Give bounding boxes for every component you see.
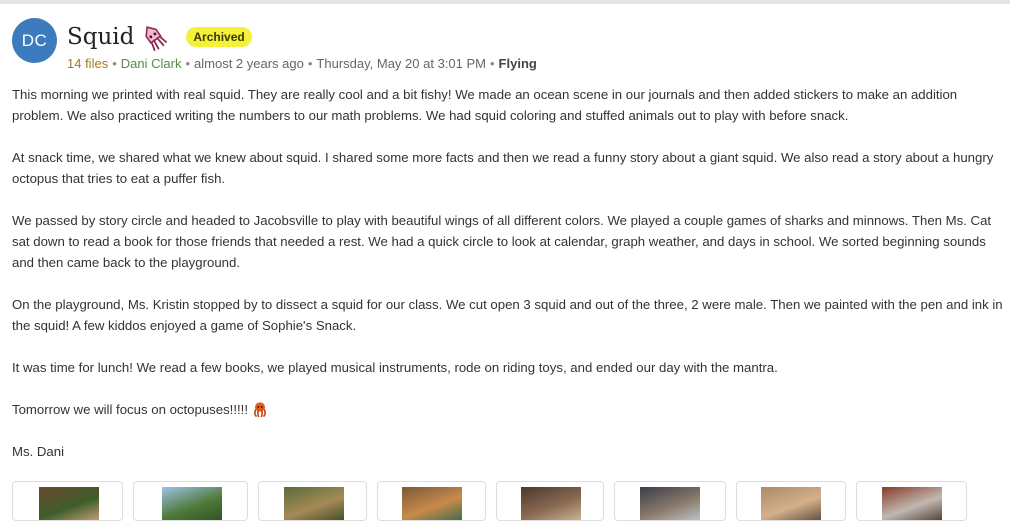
top-border — [0, 0, 1010, 4]
post-paragraph-with-emoji: Tomorrow we will focus on octopuses!!!!! — [12, 399, 1010, 420]
attachment-thumbnail[interactable] — [12, 481, 123, 521]
avatar[interactable]: DC — [12, 18, 57, 63]
author-link[interactable]: Dani Clark — [121, 56, 182, 71]
squid-icon — [140, 23, 168, 51]
attachment-thumbnail[interactable] — [856, 481, 967, 521]
post-paragraph: We passed by story circle and headed to … — [12, 213, 992, 270]
meta-separator: • — [112, 56, 117, 71]
attachment-thumbnails — [12, 481, 1010, 521]
post-header: Squid Archived — [67, 20, 252, 54]
post-date: Thursday, May 20 at 3:01 PM — [316, 56, 486, 71]
attachment-thumbnail[interactable] — [496, 481, 604, 521]
avatar-initials: DC — [21, 30, 48, 50]
post-paragraph: Tomorrow we will focus on octopuses!!!!! — [12, 402, 249, 417]
attachment-thumbnail[interactable] — [614, 481, 726, 521]
post-signature: Ms. Dani — [12, 444, 65, 459]
post-meta: 14 files • Dani Clark • almost 2 years ago • T… — [67, 56, 537, 71]
post-paragraph: At snack time, we shared what we knew ab… — [12, 150, 994, 186]
post-paragraph: This morning we printed with real squid.… — [12, 87, 958, 123]
attachment-thumbnail[interactable] — [258, 481, 367, 521]
post-paragraph: It was time for lunch! We read a few boo… — [12, 360, 778, 375]
group-link[interactable]: Flying — [499, 56, 537, 71]
relative-time: almost 2 years ago — [194, 56, 304, 71]
archived-badge: Archived — [186, 27, 252, 47]
files-link[interactable]: 14 files — [67, 56, 108, 71]
post-title: Squid — [67, 24, 135, 50]
attachment-thumbnail[interactable] — [377, 481, 486, 521]
octopus-icon — [252, 401, 268, 418]
meta-separator: • — [307, 56, 313, 71]
attachment-thumbnail[interactable] — [133, 481, 248, 521]
meta-separator: • — [185, 56, 191, 71]
post-paragraph: On the playground, Ms. Kristin stopped b… — [12, 297, 1003, 333]
attachment-thumbnail[interactable] — [736, 481, 846, 521]
meta-separator: • — [489, 56, 495, 71]
post-body: This morning we printed with real squid.… — [12, 84, 1010, 483]
